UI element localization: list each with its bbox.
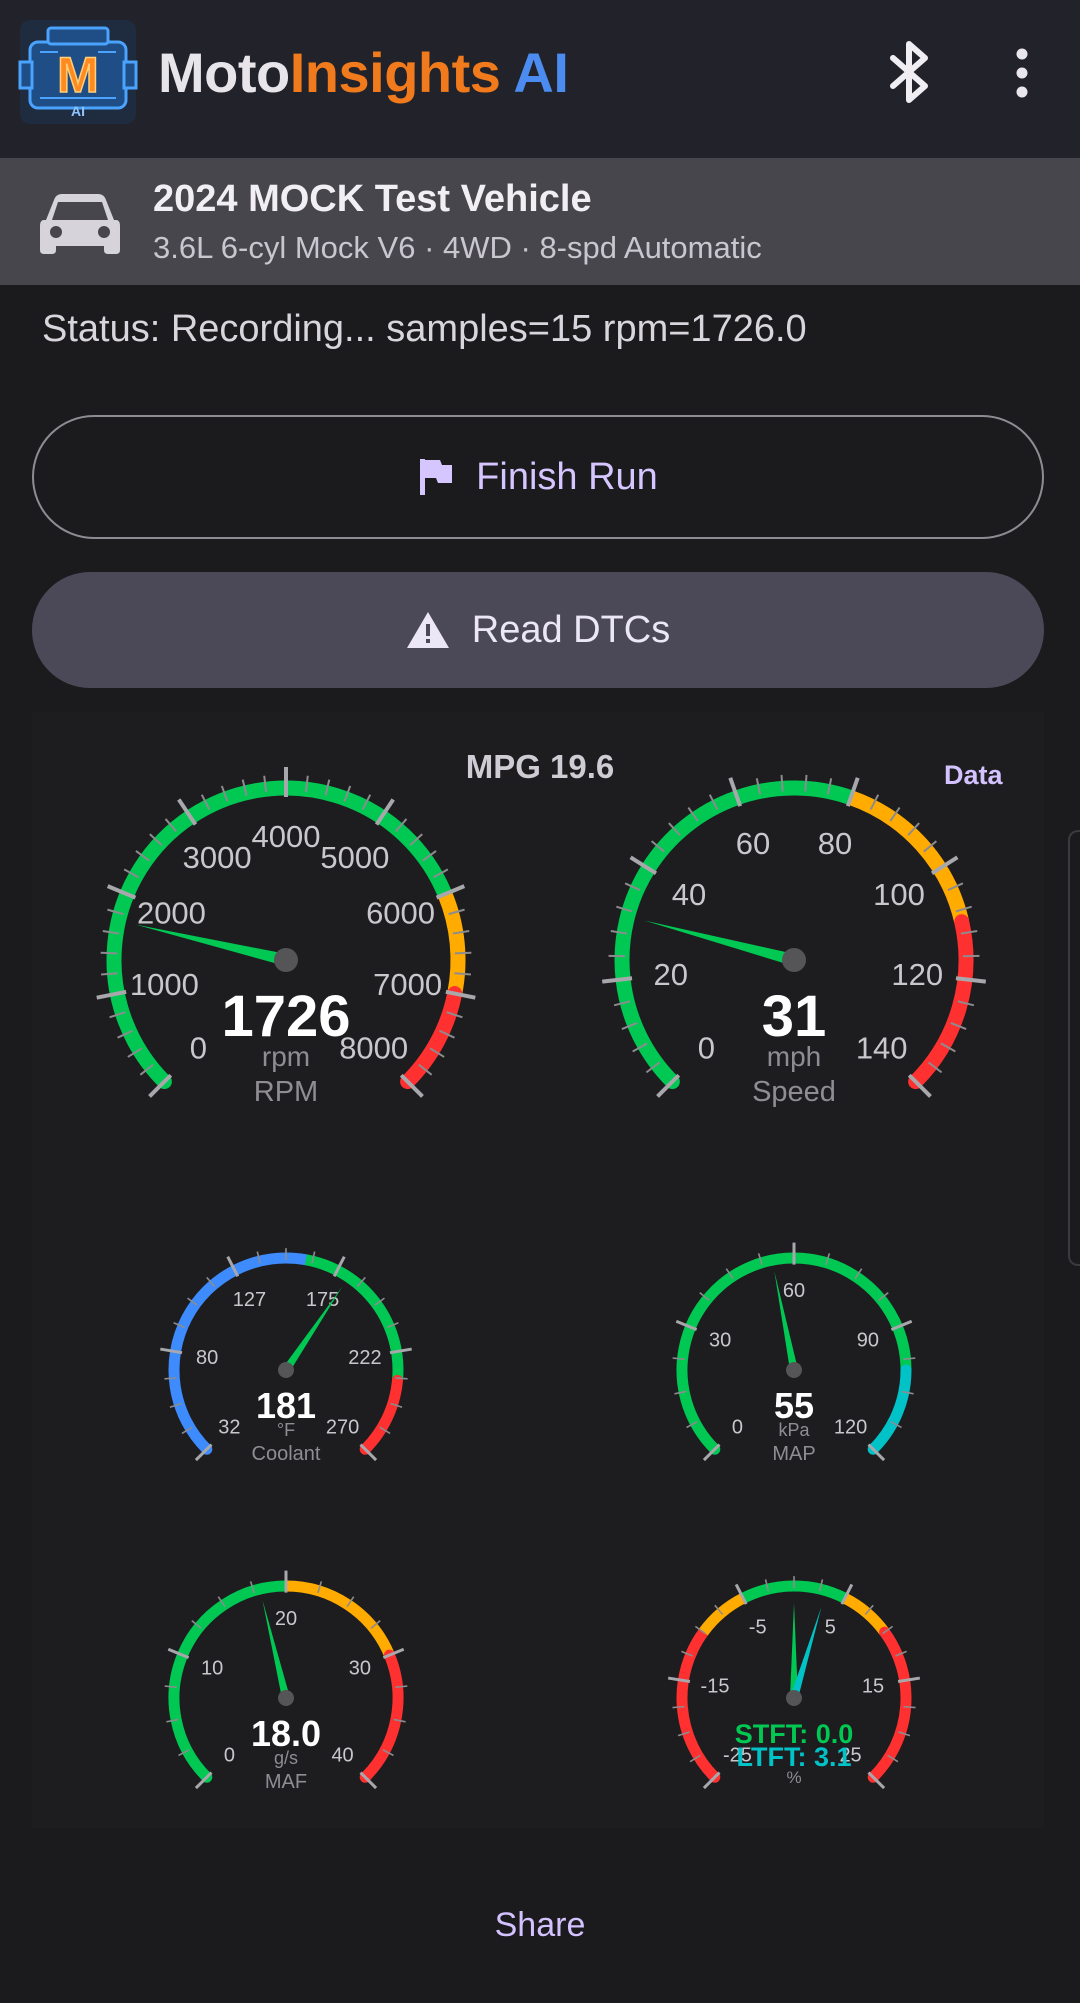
speed-tick-label: 100 — [873, 877, 925, 912]
fuel_trim-zone-orange — [698, 1593, 746, 1636]
map-zone-cyan — [867, 1364, 912, 1455]
rpm-tick-label: 2000 — [137, 896, 206, 931]
map-label: MAP — [772, 1443, 815, 1465]
speed-gauge: 0 20 40 60 80 100 120 140 31mph Speed — [601, 774, 987, 1108]
coolant-minor-tick — [164, 1377, 177, 1380]
fuel_trim-tick-label: -15 — [701, 1675, 730, 1697]
map-gauge: 030609012055kPaMAP — [672, 1242, 916, 1465]
maf-tick-label: 10 — [201, 1657, 223, 1679]
rpm-unit: rpm — [262, 1041, 310, 1072]
rpm-label: RPM — [254, 1076, 318, 1108]
maf-hub — [278, 1690, 294, 1706]
map-unit: kPa — [778, 1420, 810, 1440]
rpm-tick-label: 0 — [190, 1031, 207, 1066]
coolant-tick-label: 32 — [218, 1417, 240, 1439]
map-tick-label: 120 — [834, 1417, 867, 1439]
speed-tick-label: 120 — [891, 957, 943, 992]
speed-tick-label: 20 — [654, 957, 688, 992]
fuel_trim-minor-tick — [903, 1705, 916, 1709]
fuel-trim-unit: % — [786, 1768, 801, 1787]
fuel_trim-gauge: -25-15-5 51525STFT: 0.0LTFT: 3.1% — [667, 1576, 921, 1790]
maf-tick-label: 30 — [349, 1657, 371, 1679]
speed-minor-tick — [804, 774, 808, 792]
speed-label: Speed — [752, 1076, 836, 1108]
maf-label: MAF — [265, 1771, 307, 1793]
rpm-minor-tick — [454, 972, 472, 976]
speed-unit: mph — [767, 1041, 821, 1072]
fuel_trim-tick-label: 5 — [825, 1617, 836, 1639]
speed-tick-label: 80 — [818, 826, 852, 861]
rpm-gauge: 0100020003000400050006000700080001726rpm… — [96, 767, 476, 1108]
rpm-zone-red — [400, 986, 463, 1090]
maf-gauge: 01020304018.0g/sMAF — [164, 1570, 408, 1793]
rpm-tick-label: 5000 — [320, 840, 389, 875]
coolant-minor-tick — [395, 1377, 408, 1380]
fuel_trim-tick-label: 15 — [862, 1675, 884, 1697]
coolant-tick-label: 270 — [326, 1417, 359, 1439]
speed-minor-tick — [780, 774, 784, 792]
rpm-zone-orange — [437, 891, 466, 996]
coolant-tick-label: 80 — [196, 1347, 218, 1369]
speed-tick-label: 0 — [698, 1031, 715, 1066]
rpm-tick-label: 7000 — [373, 967, 442, 1002]
rpm-minor-tick — [454, 951, 472, 955]
speed-tick-label: 40 — [672, 877, 706, 912]
maf-zone-orange — [285, 1580, 395, 1658]
gauge-cluster: 0100020003000400050006000700080001726rpm… — [96, 767, 987, 1793]
rpm-minor-tick — [100, 972, 118, 976]
share-button[interactable]: Share — [0, 1906, 1080, 1945]
rpm-tick-label: 1000 — [130, 967, 199, 1002]
map-hub — [786, 1362, 802, 1378]
maf-tick-label: 40 — [331, 1745, 353, 1767]
fuel_trim-tick-label: -5 — [749, 1617, 767, 1639]
rpm-tick-label: 3000 — [183, 840, 252, 875]
rpm-value: 1726 — [221, 984, 350, 1049]
coolant-tick-label: 127 — [233, 1289, 266, 1311]
maf-unit: g/s — [274, 1748, 298, 1768]
maf-tick-label: 0 — [224, 1745, 235, 1767]
rpm-needle — [135, 924, 288, 966]
map-tick-label: 30 — [709, 1329, 731, 1351]
coolant-gauge: 3280127 175222270181°FCoolant — [160, 1248, 412, 1465]
speed-tick-label: 140 — [856, 1031, 908, 1066]
map-tick-label: 90 — [857, 1329, 879, 1351]
speed-hub — [782, 948, 806, 972]
fuel_trim-zone-orange — [842, 1593, 890, 1636]
fuel_trim-minor-tick — [672, 1705, 685, 1709]
rpm-tick-label: 6000 — [366, 896, 435, 931]
rpm-tick-label: 4000 — [252, 819, 321, 854]
map-tick-label: 60 — [783, 1280, 805, 1302]
coolant-label: Coolant — [252, 1443, 321, 1465]
rpm-minor-tick — [100, 951, 118, 955]
speed-value: 31 — [762, 984, 827, 1049]
rpm-hub — [274, 948, 298, 972]
coolant-hub — [278, 1362, 294, 1378]
fuel_trim-hub — [786, 1690, 802, 1706]
coolant-tick-label: 175 — [306, 1289, 339, 1311]
coolant-zone-red — [359, 1374, 404, 1455]
coolant-unit: °F — [277, 1420, 295, 1440]
coolant-tick-label: 222 — [348, 1347, 381, 1369]
maf-tick-label: 20 — [275, 1608, 297, 1630]
map-tick-label: 0 — [732, 1417, 743, 1439]
speed-tick-label: 60 — [736, 826, 770, 861]
